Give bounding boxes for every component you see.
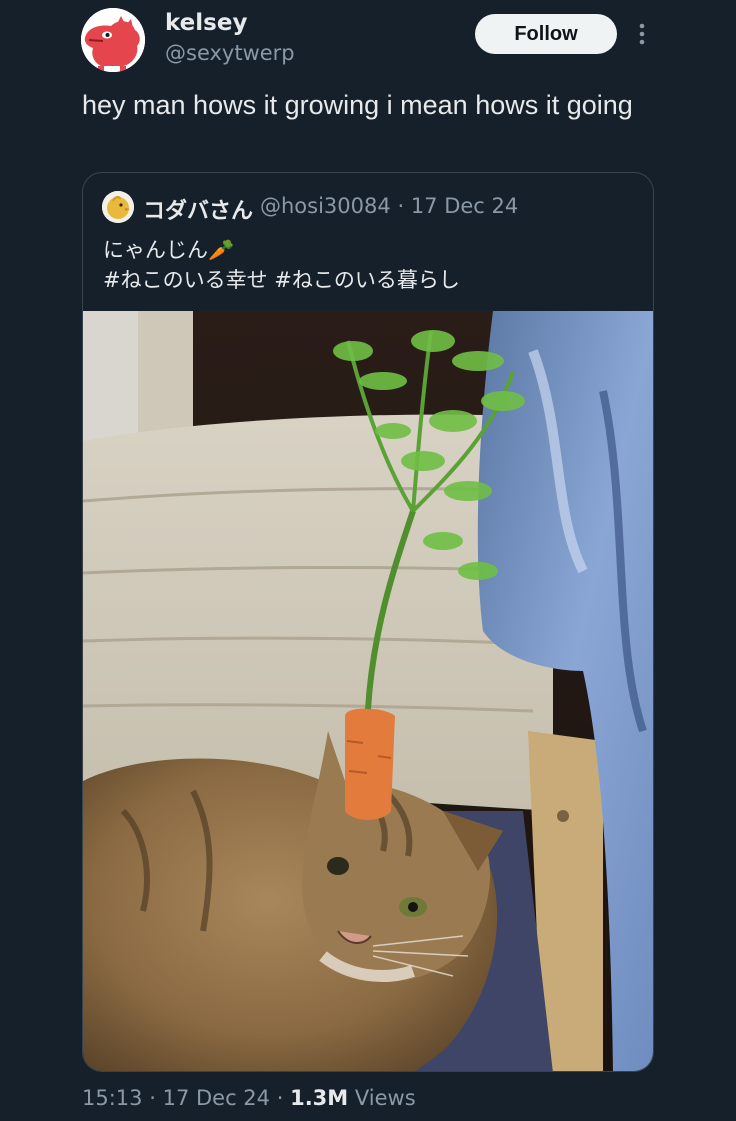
tweet-header: kelsey @sexytwerp Follow	[0, 0, 736, 80]
quoted-meta: @hosi30084 · 17 Dec 24	[260, 194, 518, 218]
red-dinosaur-icon	[81, 8, 145, 72]
quoted-author-name[interactable]: コダバさん	[143, 193, 253, 225]
author-avatar[interactable]	[81, 8, 145, 72]
quoted-line-1: にゃんじん🥕	[103, 238, 235, 262]
tweet-footer: 15:13 · 17 Dec 24 · 1.3M Views	[82, 1086, 416, 1110]
quoted-separator: ·	[397, 194, 405, 218]
quoted-author-handle[interactable]: @hosi30084	[260, 194, 391, 218]
footer-separator: ·	[149, 1086, 156, 1110]
post-time[interactable]: 15:13	[82, 1086, 143, 1110]
cat-with-carrot-photo[interactable]	[83, 311, 654, 1072]
tweet-page: kelsey @sexytwerp Follow hey man hows it…	[0, 0, 736, 1121]
views-count: 1.3M	[290, 1086, 349, 1110]
quoted-hashtags[interactable]: #ねこのいる幸せ #ねこのいる暮らし	[103, 265, 460, 295]
quoted-tweet[interactable]: コダバさん @hosi30084 · 17 Dec 24 にゃんじん🥕 #ねこの…	[82, 172, 654, 1072]
tweet-body: hey man hows it growing i mean hows it g…	[82, 90, 633, 120]
footer-separator: ·	[276, 1086, 284, 1110]
quoted-author-avatar[interactable]	[102, 191, 134, 223]
quoted-date[interactable]: 17 Dec 24	[411, 194, 518, 218]
follow-button[interactable]: Follow	[475, 14, 617, 54]
quoted-body: にゃんじん🥕 #ねこのいる幸せ #ねこのいる暮らし	[103, 235, 460, 295]
yellow-bird-icon	[102, 191, 134, 223]
more-options-icon[interactable]	[634, 20, 650, 48]
views-label: Views	[354, 1086, 416, 1110]
author-handle[interactable]: @sexytwerp	[165, 41, 295, 65]
author-name[interactable]: kelsey	[165, 10, 247, 36]
post-date[interactable]: 17 Dec 24	[163, 1086, 270, 1110]
